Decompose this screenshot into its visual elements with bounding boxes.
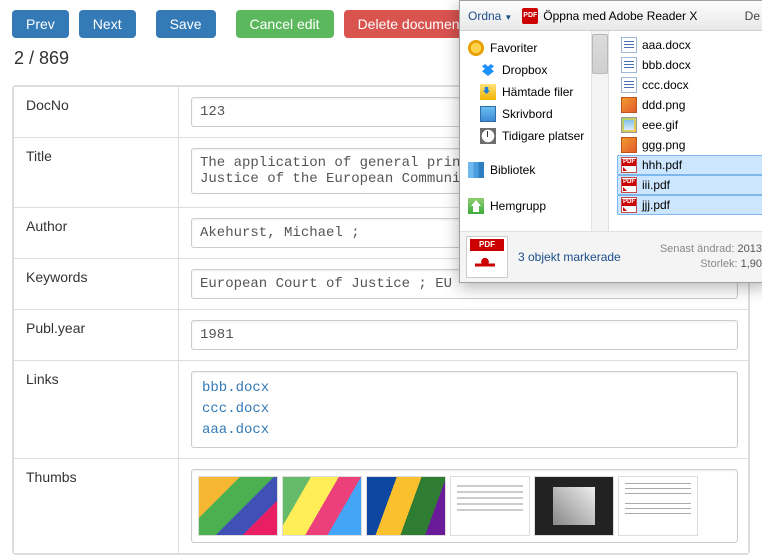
thumbs-label: Thumbs <box>14 459 179 554</box>
link-item[interactable]: aaa.docx <box>202 420 727 441</box>
nav-homegroup[interactable]: Hemgrupp <box>460 195 608 217</box>
thumb-form-icon[interactable] <box>618 476 698 536</box>
thumb-map-icon[interactable] <box>282 476 362 536</box>
gif-icon <box>621 117 637 133</box>
thumb-document-icon[interactable] <box>450 476 530 536</box>
author-label: Author <box>14 208 179 259</box>
file-item[interactable]: bbb.docx <box>617 55 762 75</box>
prev-button[interactable]: Prev <box>12 10 69 38</box>
thumb-map-icon[interactable] <box>366 476 446 536</box>
png-icon <box>621 137 637 153</box>
next-button[interactable]: Next <box>79 10 136 38</box>
publyear-input[interactable] <box>191 320 738 350</box>
star-icon <box>468 40 484 56</box>
recent-icon <box>480 128 496 144</box>
chevron-down-icon: ▼ <box>504 13 512 22</box>
file-item-selected[interactable]: jjj.pdf <box>617 195 762 215</box>
desktop-icon <box>480 106 496 122</box>
file-item[interactable]: ccc.docx <box>617 75 762 95</box>
pdf-large-icon <box>466 236 508 278</box>
dropbox-icon <box>480 62 496 78</box>
file-item-selected[interactable]: iii.pdf <box>617 175 762 195</box>
scrollbar-thumb[interactable] <box>592 34 608 74</box>
download-folder-icon <box>480 84 496 100</box>
thumb-map-icon[interactable] <box>198 476 278 536</box>
docx-icon <box>621 37 637 53</box>
links-box: bbb.docx ccc.docx aaa.docx <box>191 371 738 448</box>
png-icon <box>621 97 637 113</box>
open-with-button[interactable]: PDF Öppna med Adobe Reader X <box>522 8 697 24</box>
file-item[interactable]: aaa.docx <box>617 35 762 55</box>
keywords-label: Keywords <box>14 259 179 310</box>
thumb-photo-icon[interactable] <box>534 476 614 536</box>
link-item[interactable]: ccc.docx <box>202 399 727 420</box>
publyear-label: Publ.year <box>14 310 179 361</box>
nav-dropbox[interactable]: Dropbox <box>460 59 608 81</box>
pdf-file-icon <box>621 197 637 213</box>
status-selected-count: 3 objekt markerade <box>518 250 650 264</box>
cancel-edit-button[interactable]: Cancel edit <box>236 10 334 38</box>
file-item[interactable]: eee.gif <box>617 115 762 135</box>
nav-recent[interactable]: Tidigare platser <box>460 125 608 147</box>
docx-icon <box>621 77 637 93</box>
thumbs-box <box>191 469 738 543</box>
nav-desktop[interactable]: Skrivbord <box>460 103 608 125</box>
file-dialog-status: 3 objekt markerade Senast ändrad: 2013 S… <box>460 231 762 282</box>
file-item[interactable]: ddd.png <box>617 95 762 115</box>
organize-menu[interactable]: Ordna▼ <box>468 9 512 23</box>
homegroup-icon <box>468 198 484 214</box>
nav-favorites[interactable]: Favoriter <box>460 37 608 59</box>
file-dialog: Ordna▼ PDF Öppna med Adobe Reader X De F… <box>459 0 762 283</box>
nav-downloads[interactable]: Hämtade filer <box>460 81 608 103</box>
file-list: aaa.docx bbb.docx ccc.docx ddd.png eee.g… <box>609 31 762 231</box>
file-item[interactable]: ggg.png <box>617 135 762 155</box>
status-meta: Senast ändrad: 2013 Storlek: 1,90 <box>660 242 762 273</box>
delete-document-button[interactable]: Delete document <box>344 10 478 38</box>
file-dialog-toolbar: Ordna▼ PDF Öppna med Adobe Reader X De <box>460 1 762 31</box>
link-item[interactable]: bbb.docx <box>202 378 727 399</box>
save-button[interactable]: Save <box>156 10 216 38</box>
title-label: Title <box>14 138 179 208</box>
pdf-icon: PDF <box>522 8 538 24</box>
pdf-file-icon <box>621 177 637 193</box>
scrollbar-track[interactable] <box>591 31 608 231</box>
nav-library[interactable]: Bibliotek <box>460 159 608 181</box>
links-label: Links <box>14 361 179 459</box>
toolbar-trailing: De <box>745 9 760 23</box>
file-item-selected[interactable]: hhh.pdf <box>617 155 762 175</box>
file-dialog-nav: Favoriter Dropbox Hämtade filer Skrivbor… <box>460 31 609 231</box>
library-icon <box>468 162 484 178</box>
docx-icon <box>621 57 637 73</box>
pdf-file-icon <box>621 157 637 173</box>
docno-label: DocNo <box>14 87 179 138</box>
